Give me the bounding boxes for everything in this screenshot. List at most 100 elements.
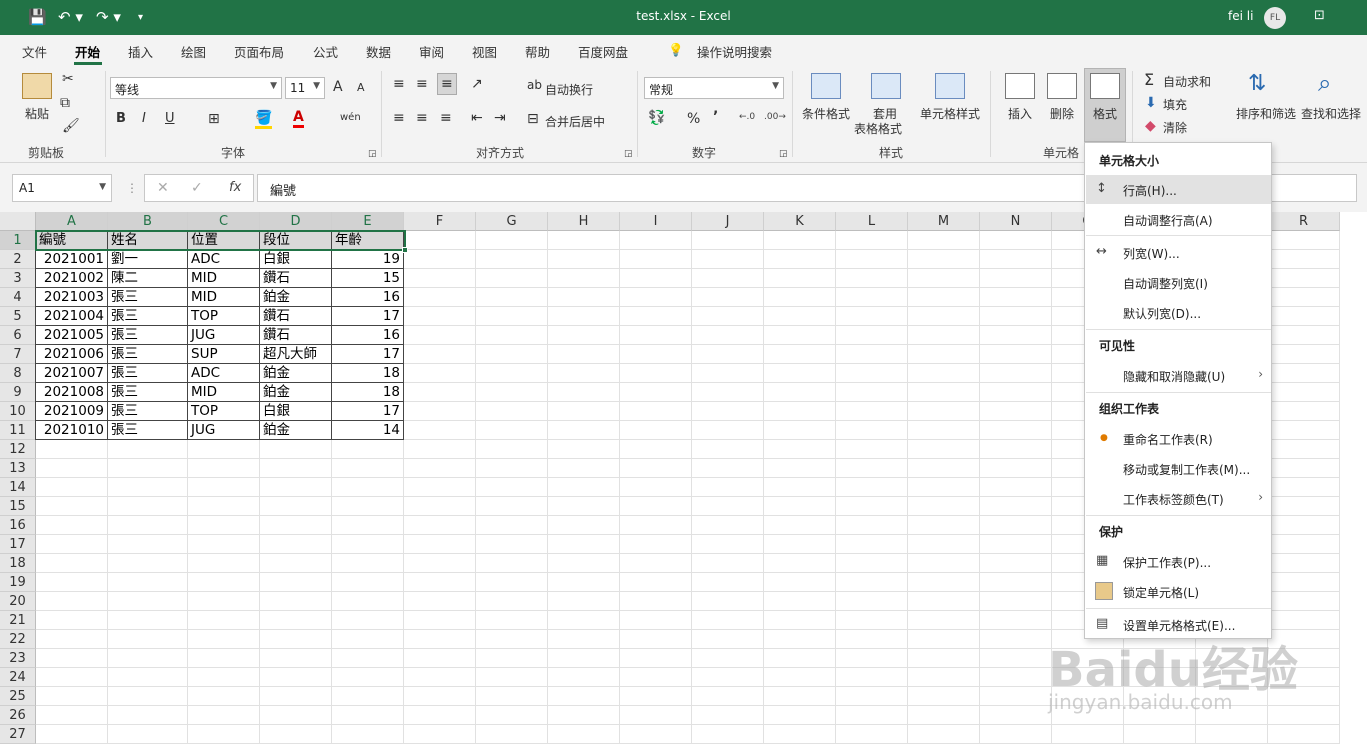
user-name[interactable]: fei li <box>1228 9 1253 23</box>
table-cell[interactable] <box>188 592 260 611</box>
table-cell[interactable] <box>476 478 548 497</box>
table-cell[interactable] <box>548 687 620 706</box>
table-cell[interactable] <box>476 630 548 649</box>
table-cell[interactable] <box>1052 725 1124 744</box>
table-cell[interactable] <box>404 326 476 345</box>
table-cell[interactable] <box>980 497 1052 516</box>
row-header[interactable]: 18 <box>0 554 36 573</box>
table-cell[interactable] <box>980 706 1052 725</box>
menu-item-protect-sheet[interactable]: ▦ 保护工作表(P)... <box>1086 547 1271 576</box>
table-cell[interactable] <box>908 592 980 611</box>
table-cell[interactable] <box>764 687 836 706</box>
table-cell[interactable] <box>1268 383 1340 402</box>
table-cell[interactable] <box>404 687 476 706</box>
table-cell[interactable] <box>188 497 260 516</box>
align-center-icon[interactable]: ≡ <box>416 110 428 126</box>
table-cell[interactable] <box>620 440 692 459</box>
table-cell[interactable] <box>908 611 980 630</box>
table-cell[interactable] <box>332 668 404 687</box>
table-cell[interactable] <box>188 668 260 687</box>
table-cell[interactable] <box>260 706 332 725</box>
table-cell[interactable] <box>1268 535 1340 554</box>
table-cell[interactable] <box>620 269 692 288</box>
table-cell[interactable] <box>980 345 1052 364</box>
table-cell[interactable] <box>332 611 404 630</box>
table-cell[interactable] <box>1196 725 1268 744</box>
table-cell[interactable] <box>36 478 108 497</box>
align-middle-icon[interactable]: ≡ <box>416 76 428 92</box>
table-cell[interactable] <box>260 554 332 573</box>
table-cell[interactable]: TOP <box>188 402 260 421</box>
table-cell[interactable] <box>764 706 836 725</box>
percent-button[interactable]: % <box>687 111 700 127</box>
table-cell[interactable] <box>476 326 548 345</box>
table-cell[interactable] <box>980 668 1052 687</box>
table-cell[interactable] <box>980 592 1052 611</box>
table-cell[interactable] <box>188 611 260 630</box>
table-cell[interactable] <box>980 725 1052 744</box>
table-cell[interactable] <box>836 516 908 535</box>
table-cell[interactable] <box>548 649 620 668</box>
table-cell[interactable] <box>764 497 836 516</box>
table-cell[interactable] <box>692 440 764 459</box>
table-cell[interactable] <box>692 725 764 744</box>
table-cell[interactable] <box>908 288 980 307</box>
row-header[interactable]: 13 <box>0 459 36 478</box>
table-cell[interactable]: 張三 <box>108 307 188 326</box>
table-cell[interactable] <box>476 649 548 668</box>
table-cell[interactable] <box>1268 440 1340 459</box>
table-cell[interactable] <box>980 250 1052 269</box>
menu-item-hide-unhide[interactable]: 隐藏和取消隐藏(U) › <box>1086 361 1271 390</box>
table-cell[interactable] <box>692 706 764 725</box>
row-header[interactable]: 6 <box>0 326 36 345</box>
table-cell[interactable] <box>764 421 836 440</box>
table-cell[interactable] <box>980 478 1052 497</box>
table-cell[interactable] <box>836 668 908 687</box>
column-header[interactable]: K <box>764 212 836 231</box>
table-cell[interactable] <box>332 725 404 744</box>
table-cell[interactable] <box>764 326 836 345</box>
table-cell[interactable] <box>980 421 1052 440</box>
table-cell[interactable] <box>36 459 108 478</box>
row-header[interactable]: 25 <box>0 687 36 706</box>
table-cell[interactable] <box>188 706 260 725</box>
enter-icon[interactable]: ✓ <box>191 180 203 196</box>
table-cell[interactable] <box>620 383 692 402</box>
table-cell[interactable] <box>836 706 908 725</box>
table-cell[interactable] <box>188 649 260 668</box>
table-cell[interactable]: 鉑金 <box>260 383 332 402</box>
align-right-icon[interactable]: ≡ <box>440 110 452 126</box>
table-cell[interactable] <box>692 326 764 345</box>
table-cell[interactable] <box>908 535 980 554</box>
table-cell[interactable] <box>836 402 908 421</box>
table-cell[interactable] <box>1268 516 1340 535</box>
table-cell[interactable] <box>260 611 332 630</box>
table-cell[interactable] <box>108 668 188 687</box>
table-cell[interactable] <box>620 326 692 345</box>
table-cell[interactable] <box>476 592 548 611</box>
table-cell[interactable] <box>980 573 1052 592</box>
column-header[interactable]: M <box>908 212 980 231</box>
table-cell[interactable] <box>908 630 980 649</box>
table-cell[interactable] <box>260 687 332 706</box>
wrap-text-button[interactable]: 自动换行 <box>545 81 593 98</box>
table-cell[interactable] <box>188 459 260 478</box>
table-cell[interactable] <box>404 630 476 649</box>
table-cell[interactable]: 17 <box>332 402 404 421</box>
table-cell[interactable] <box>260 668 332 687</box>
table-cell[interactable] <box>980 288 1052 307</box>
table-cell[interactable] <box>836 687 908 706</box>
table-cell[interactable] <box>836 497 908 516</box>
table-cell[interactable]: JUG <box>188 421 260 440</box>
table-cell[interactable] <box>836 250 908 269</box>
table-cell[interactable] <box>548 307 620 326</box>
table-cell[interactable] <box>1268 478 1340 497</box>
table-cell[interactable] <box>260 497 332 516</box>
table-cell[interactable] <box>620 573 692 592</box>
table-cell[interactable] <box>908 440 980 459</box>
table-cell[interactable] <box>1268 497 1340 516</box>
table-cell[interactable] <box>548 269 620 288</box>
cell-styles-button[interactable]: 单元格样式 <box>920 105 980 122</box>
column-header[interactable]: E <box>332 212 404 231</box>
table-cell[interactable] <box>260 630 332 649</box>
